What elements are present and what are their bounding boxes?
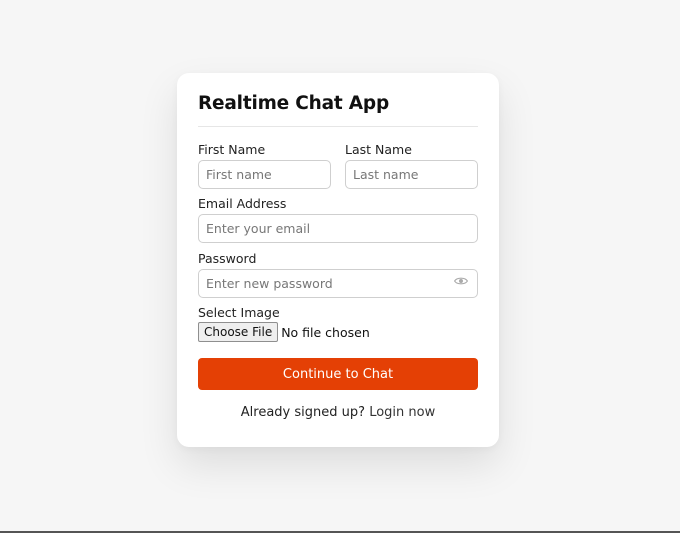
continue-to-chat-button[interactable]: Continue to Chat — [198, 358, 478, 390]
signup-card: Realtime Chat App First Name Last Name E… — [177, 73, 499, 447]
page-title: Realtime Chat App — [198, 93, 389, 114]
file-status: No file chosen — [281, 324, 370, 340]
email-label: Email Address — [198, 196, 287, 211]
last-name-label: Last Name — [345, 142, 412, 157]
title-divider — [198, 126, 478, 127]
login-prompt: Already signed up? Login now — [177, 405, 499, 420]
email-input[interactable] — [198, 214, 478, 243]
file-picker: Choose File No file chosen — [198, 322, 370, 342]
password-label: Password — [198, 251, 257, 266]
first-name-input[interactable] — [198, 160, 331, 189]
page: Realtime Chat App First Name Last Name E… — [0, 0, 680, 533]
login-link[interactable]: Login now — [369, 405, 435, 420]
password-input[interactable] — [198, 269, 478, 298]
last-name-input[interactable] — [345, 160, 478, 189]
first-name-label: First Name — [198, 142, 266, 157]
select-image-label: Select Image — [198, 305, 280, 320]
eye-icon[interactable] — [454, 276, 468, 286]
login-prompt-text: Already signed up? — [240, 405, 366, 420]
choose-file-button[interactable]: Choose File — [198, 322, 279, 342]
